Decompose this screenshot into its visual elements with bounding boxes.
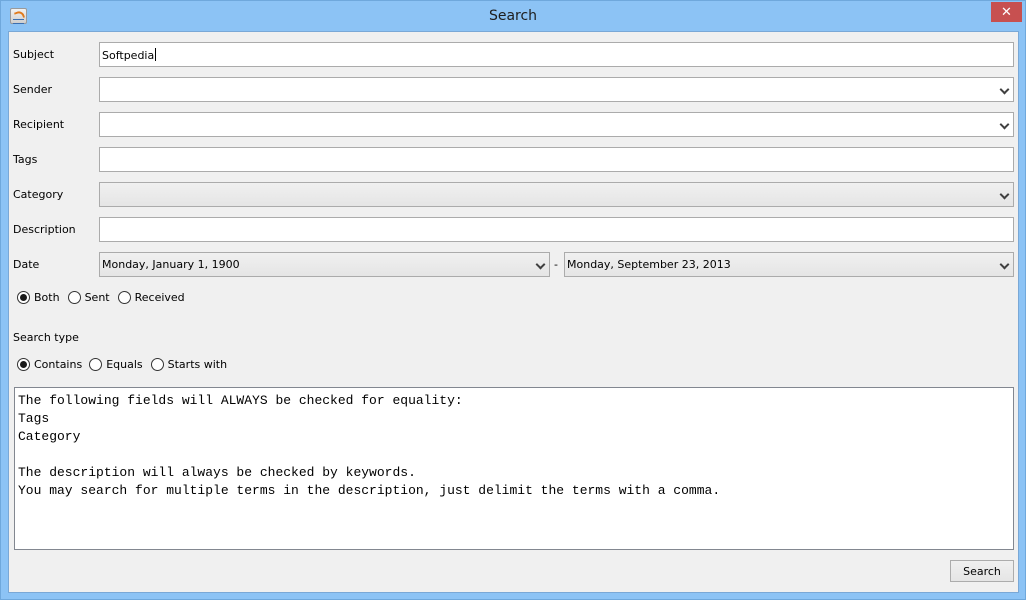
chevron-down-icon[interactable] [999,261,1009,269]
sender-combobox[interactable] [99,77,1014,102]
search-form: Subject Softpedia Sender Recipient Tags … [8,31,1019,593]
radio-sent[interactable]: Sent [67,291,110,304]
direction-radio-group: Both Sent Received [17,291,193,304]
radio-received[interactable]: Received [117,291,185,304]
radio-both-label: Both [34,291,60,304]
radio-checked-icon[interactable] [17,291,30,304]
chevron-down-icon[interactable] [535,261,545,269]
radio-equals[interactable]: Equals [89,358,143,371]
radio-equals-label: Equals [106,358,143,371]
radio-checked-icon[interactable] [17,358,30,371]
radio-contains[interactable]: Contains [17,358,82,371]
radio-unchecked-icon[interactable] [89,358,103,371]
date-label: Date [13,258,40,271]
date-range-separator: - [554,258,558,271]
chevron-down-icon[interactable] [999,86,1009,94]
radio-unchecked-icon[interactable] [117,291,131,304]
radio-sent-label: Sent [84,291,110,304]
recipient-label: Recipient [13,118,65,131]
subject-label: Subject [13,48,55,61]
date-to-combobox[interactable]: Monday, September 23, 2013 [564,252,1014,277]
chevron-down-icon[interactable] [999,121,1009,129]
radio-unchecked-icon[interactable] [67,291,81,304]
title-bar[interactable]: Search ✕ [1,1,1025,31]
date-from-combobox[interactable]: Monday, January 1, 1900 [99,252,550,277]
window-title: Search [488,8,538,24]
radio-both[interactable]: Both [17,291,60,304]
category-label: Category [13,188,64,201]
subject-value: Softpedia [102,48,157,62]
radio-unchecked-icon[interactable] [150,358,164,371]
tags-input[interactable] [99,147,1014,172]
close-button[interactable]: ✕ [991,2,1022,22]
info-text-area[interactable]: The following fields will ALWAYS be chec… [14,387,1014,550]
date-to-value: Monday, September 23, 2013 [567,258,731,271]
recipient-combobox[interactable] [99,112,1014,137]
search-type-label: Search type [13,331,79,344]
chevron-down-icon[interactable] [999,191,1009,199]
tags-label: Tags [13,153,38,166]
radio-starts-with[interactable]: Starts with [150,358,228,371]
sender-label: Sender [13,83,52,96]
description-label: Description [13,223,76,236]
search-button[interactable]: Search [950,560,1014,582]
date-from-value: Monday, January 1, 1900 [102,258,240,271]
search-type-radio-group: Contains Equals Starts with [17,358,235,371]
radio-contains-label: Contains [34,358,83,371]
category-combobox[interactable] [99,182,1014,207]
radio-received-label: Received [134,291,185,304]
text-caret [155,48,157,61]
close-icon: ✕ [1001,4,1012,20]
description-input[interactable] [99,217,1014,242]
radio-starts-with-label: Starts with [167,358,228,371]
search-window: Search ✕ Subject Softpedia Sender Recipi… [0,0,1026,600]
subject-input[interactable]: Softpedia [99,42,1014,67]
